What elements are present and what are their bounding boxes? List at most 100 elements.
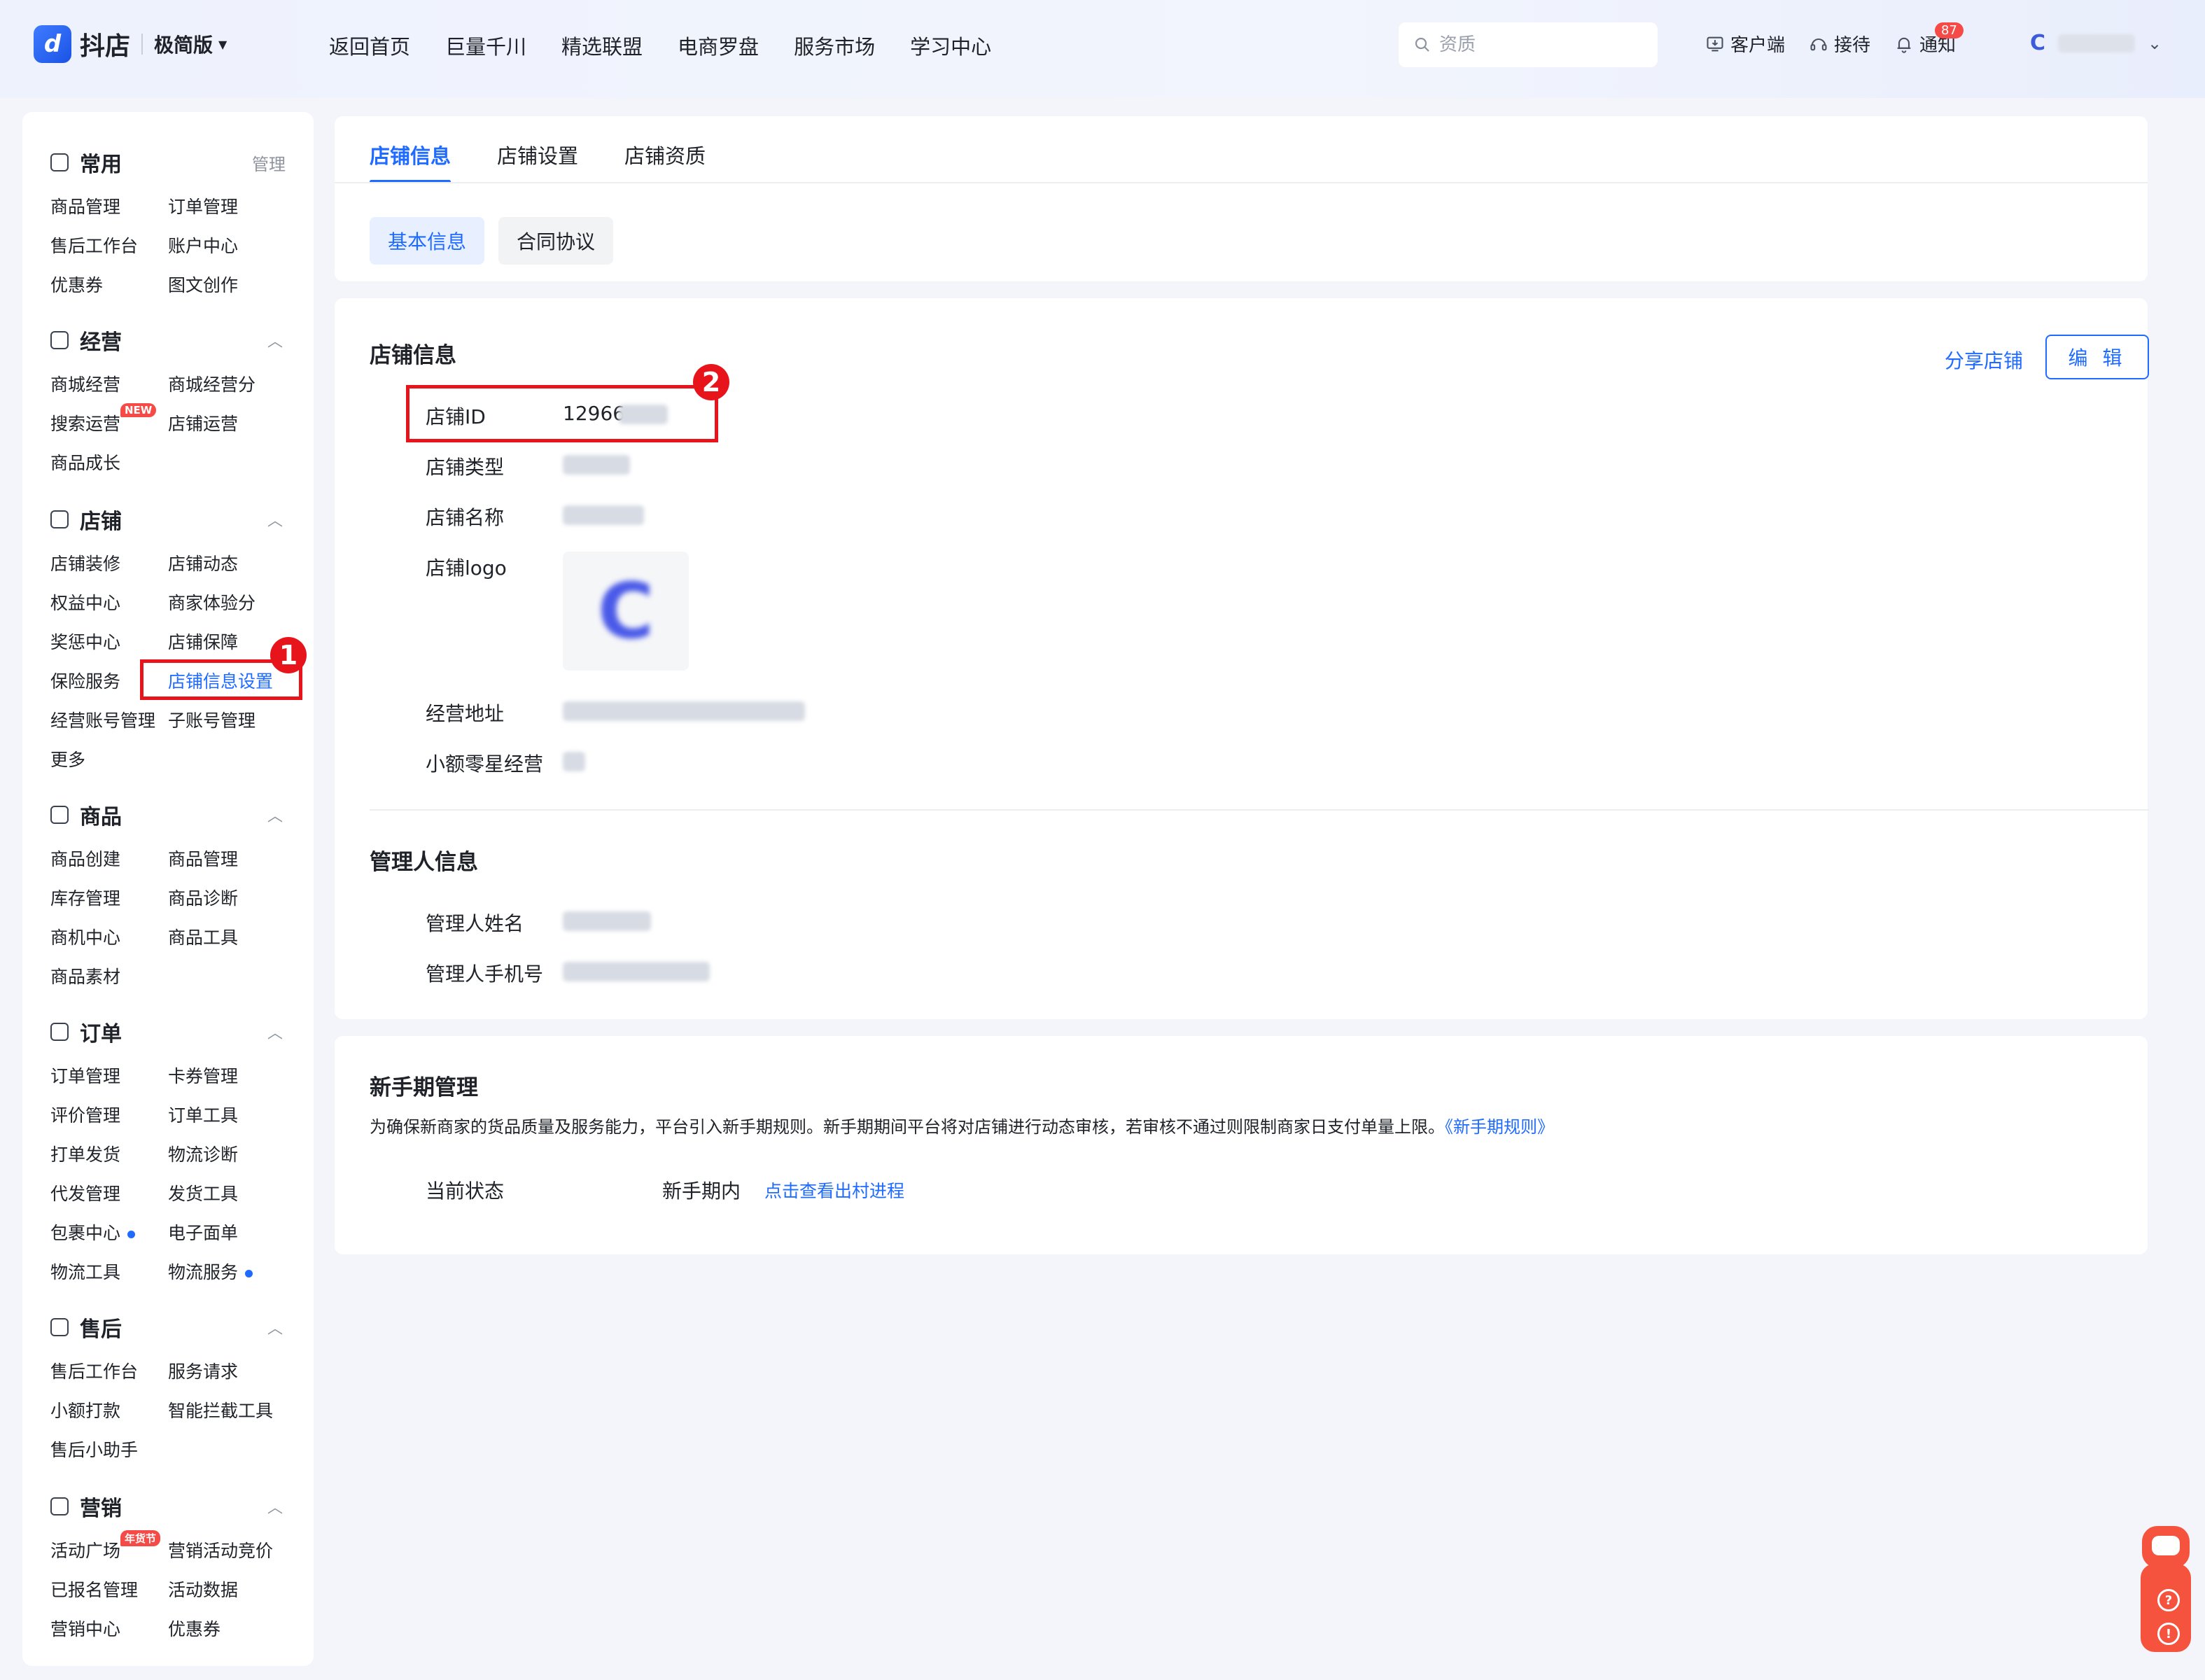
newbie-title: 新手期管理 <box>370 1075 478 1100</box>
section-header[interactable]: 售后 ︿ <box>22 1308 314 1347</box>
nav-learning[interactable]: 学习中心 <box>910 31 991 60</box>
sidebar-item[interactable]: 卡券管理 <box>168 1063 238 1088</box>
nav-market[interactable]: 服务市场 <box>794 31 875 60</box>
share-shop-button[interactable]: 分享店铺 <box>1945 346 2023 374</box>
chevron-up-icon[interactable]: ︿ <box>267 329 283 351</box>
sidebar-item[interactable]: 活动数据 <box>168 1576 238 1602</box>
sidebar-item[interactable]: 营销活动竞价 <box>168 1537 273 1562</box>
sidebar-item[interactable]: 搜索运营 <box>50 410 120 435</box>
sidebar-item[interactable]: 店铺装修 <box>50 550 120 575</box>
robot-icon[interactable] <box>2142 1526 2190 1568</box>
notifications[interactable]: 通知 87 <box>1894 22 1963 57</box>
sidebar-item[interactable]: 代发管理 <box>50 1180 120 1205</box>
sidebar-item[interactable]: 商品管理 <box>168 846 238 871</box>
sidebar-item[interactable]: 售后工作台 <box>50 1358 138 1383</box>
edit-button[interactable]: 编 辑 <box>2045 335 2149 379</box>
sidebar-item[interactable]: 商品诊断 <box>168 885 238 910</box>
sidebar-item[interactable]: 订单管理 <box>50 1063 120 1088</box>
assistant-widget[interactable]: ? ! <box>2138 1526 2194 1652</box>
sidebar-item[interactable]: 小额打款 <box>50 1397 120 1422</box>
tab-shop-qualification[interactable]: 店铺资质 <box>624 140 706 183</box>
client-download[interactable]: 客户端 <box>1705 31 1785 57</box>
search-input[interactable] <box>1439 34 1635 55</box>
robot-face <box>2152 1536 2180 1555</box>
festival-badge: 年货节 <box>120 1530 161 1546</box>
caret-down-icon[interactable]: ▼ <box>218 38 227 51</box>
sidebar-item[interactable]: 营销中心 <box>50 1616 120 1641</box>
sidebar-item[interactable]: 店铺保障 <box>168 629 238 654</box>
sidebar-item[interactable]: 商品成长 <box>50 449 120 475</box>
manager-name-blurred <box>563 911 651 931</box>
sidebar-item[interactable]: 活动广场 <box>50 1537 120 1562</box>
sidebar-item[interactable]: 店铺动态 <box>168 550 238 575</box>
tab-shop-settings[interactable]: 店铺设置 <box>497 140 578 183</box>
sidebar-item[interactable]: 服务请求 <box>168 1358 238 1383</box>
sidebar-item[interactable]: 商品素材 <box>50 963 120 988</box>
sidebar-item[interactable]: 智能拦截工具 <box>168 1397 273 1422</box>
sidebar-item[interactable]: 库存管理 <box>50 885 120 910</box>
nav-compass[interactable]: 电商罗盘 <box>678 31 759 60</box>
section-header[interactable]: 商品 ︿ <box>22 795 314 834</box>
sidebar-section-operation: 经营 ︿ <box>22 321 314 360</box>
sidebar-item[interactable]: 优惠券 <box>50 272 103 297</box>
logo[interactable]: d 抖店 极简版 ▼ <box>34 25 227 63</box>
sidebar-item[interactable]: 奖惩中心 <box>50 629 120 654</box>
view-progress-link[interactable]: 点击查看出村进程 <box>764 1177 904 1203</box>
sidebar-item[interactable]: 打单发货 <box>50 1141 120 1166</box>
reception[interactable]: 接待 <box>1809 31 1870 57</box>
subtab-basic-info[interactable]: 基本信息 <box>370 217 485 265</box>
sidebar-item[interactable]: 评价管理 <box>50 1102 120 1127</box>
sidebar-item[interactable]: 图文创作 <box>168 272 238 297</box>
sidebar-item[interactable]: 店铺运营 <box>168 410 238 435</box>
sidebar-item[interactable]: 经营账号管理 <box>50 707 155 732</box>
sidebar-item[interactable]: 订单管理 <box>168 193 238 218</box>
sidebar-item[interactable]: 订单工具 <box>168 1102 238 1127</box>
sidebar-item[interactable]: 已报名管理 <box>50 1576 138 1602</box>
sidebar-item[interactable]: 优惠券 <box>168 1616 220 1641</box>
chevron-up-icon[interactable]: ︿ <box>267 1316 283 1338</box>
sidebar-item[interactable]: 电子面单 <box>168 1219 238 1245</box>
nav-alliance[interactable]: 精选联盟 <box>561 31 643 60</box>
sidebar-item[interactable]: 物流诊断 <box>168 1141 238 1166</box>
sidebar-item[interactable]: 包裹中心 <box>50 1219 136 1245</box>
sidebar-item[interactable]: 商品创建 <box>50 846 120 871</box>
section-header[interactable]: 经营 ︿ <box>22 321 314 360</box>
section-header[interactable]: 订单 ︿ <box>22 1012 314 1051</box>
chevron-up-icon[interactable]: ︿ <box>267 1495 283 1518</box>
sidebar-item[interactable]: 权益中心 <box>50 589 120 615</box>
subtab-contracts[interactable]: 合同协议 <box>498 217 614 265</box>
chevron-up-icon[interactable]: ︿ <box>267 804 283 826</box>
search-box[interactable] <box>1399 22 1658 67</box>
manage-link[interactable]: 管理 <box>252 150 286 175</box>
sidebar-item[interactable]: 物流服务 <box>168 1259 253 1284</box>
tab-shop-info[interactable]: 店铺信息 <box>370 140 451 183</box>
alert-icon[interactable]: ! <box>2157 1623 2180 1645</box>
newbie-desc-text: 为确保新商家的货品质量及服务能力，平台引入新手期规则。新手期期间平台将对店铺进行… <box>370 1117 1445 1137</box>
sidebar-item[interactable]: 商城经营 <box>50 371 120 396</box>
sidebar-item[interactable]: 发货工具 <box>168 1180 238 1205</box>
chevron-up-icon[interactable]: ︿ <box>267 508 283 531</box>
sidebar-item[interactable]: 商家体验分 <box>168 589 255 615</box>
nav-qianchuan[interactable]: 巨量千川 <box>445 31 526 60</box>
account-menu[interactable]: C ⌄ <box>2030 31 2162 55</box>
help-icon[interactable]: ? <box>2157 1589 2180 1611</box>
chevron-down-icon[interactable]: ⌄ <box>2148 34 2162 53</box>
sidebar-item[interactable]: 物流工具 <box>50 1259 120 1284</box>
sidebar-item-more[interactable]: 更多 <box>50 746 85 771</box>
sidebar-item[interactable]: 账户中心 <box>168 232 238 258</box>
sidebar-item[interactable]: 商品工具 <box>168 924 238 949</box>
sidebar-item[interactable]: 售后工作台 <box>50 232 138 258</box>
section-header[interactable]: 营销 ︿ <box>22 1487 314 1526</box>
sidebar-item[interactable]: 子账号管理 <box>168 707 255 732</box>
sidebar-item[interactable]: 保险服务 <box>50 668 120 693</box>
sidebar-item[interactable]: 商品管理 <box>50 193 120 218</box>
sidebar-item[interactable]: 商机中心 <box>50 924 120 949</box>
nav-home[interactable]: 返回首页 <box>329 31 410 60</box>
edition-switcher[interactable]: 极简版 <box>154 30 213 58</box>
sidebar-item[interactable]: 售后小助手 <box>50 1436 138 1462</box>
status-value: 新手期内 <box>662 1180 741 1203</box>
chevron-up-icon[interactable]: ︿ <box>267 1021 283 1043</box>
newbie-rule-link[interactable]: 《新手期规则》 <box>1445 1117 1554 1137</box>
section-header[interactable]: 店铺 ︿ <box>22 500 314 539</box>
sidebar-item[interactable]: 商城经营分 <box>168 371 255 396</box>
